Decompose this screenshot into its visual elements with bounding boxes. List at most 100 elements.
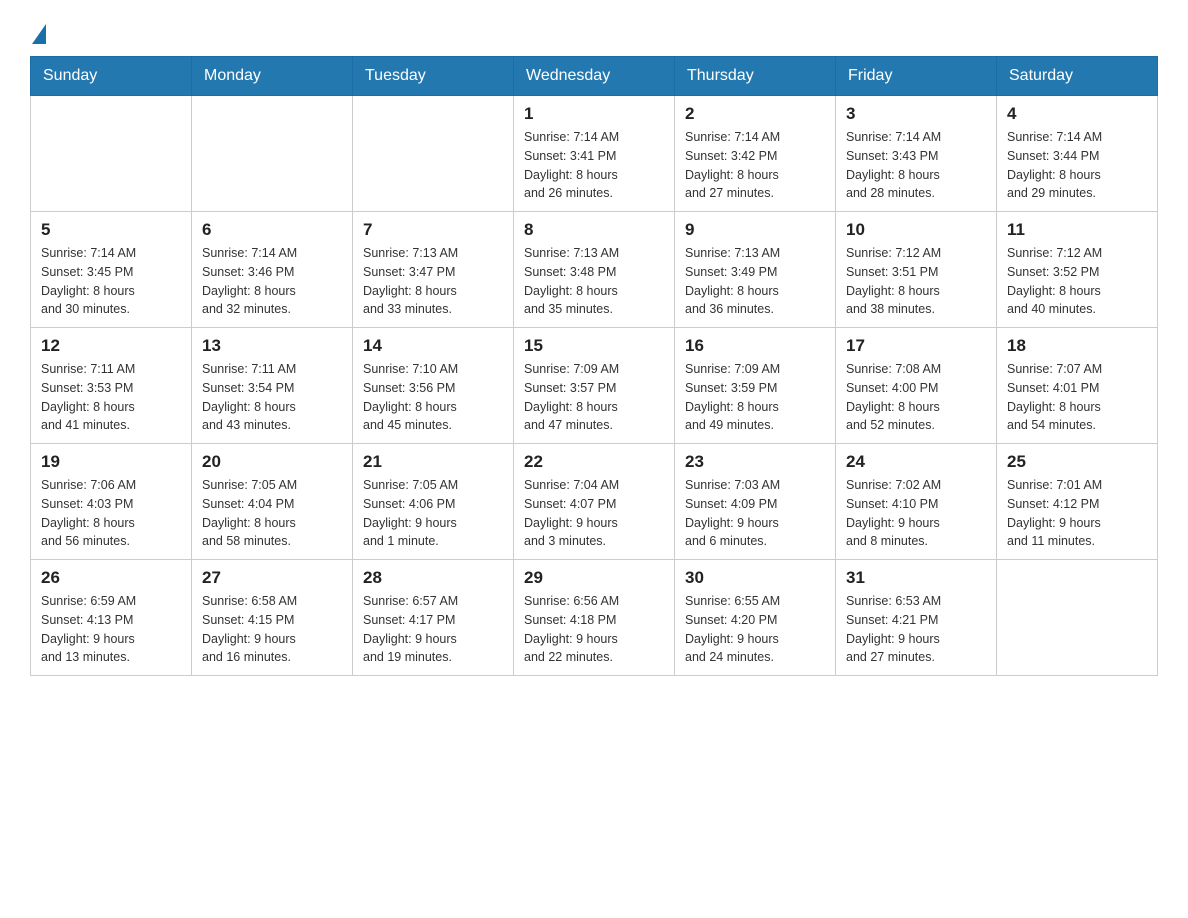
calendar-cell [31, 96, 192, 212]
calendar-cell: 19 Sunrise: 7:06 AM Sunset: 4:03 PM Dayli… [31, 444, 192, 560]
calendar-cell: 18 Sunrise: 7:07 AM Sunset: 4:01 PM Dayli… [997, 328, 1158, 444]
day-info: Sunrise: 6:58 AM Sunset: 4:15 PM Dayligh… [202, 592, 342, 667]
day-info: Sunrise: 7:05 AM Sunset: 4:04 PM Dayligh… [202, 476, 342, 551]
day-number: 2 [685, 104, 825, 124]
day-of-week-header: Thursday [675, 57, 836, 96]
calendar-cell: 20 Sunrise: 7:05 AM Sunset: 4:04 PM Dayli… [192, 444, 353, 560]
day-number: 27 [202, 568, 342, 588]
day-info: Sunrise: 7:07 AM Sunset: 4:01 PM Dayligh… [1007, 360, 1147, 435]
day-number: 31 [846, 568, 986, 588]
day-info: Sunrise: 7:03 AM Sunset: 4:09 PM Dayligh… [685, 476, 825, 551]
calendar-cell: 29 Sunrise: 6:56 AM Sunset: 4:18 PM Dayli… [514, 560, 675, 676]
logo [30, 20, 46, 36]
day-number: 16 [685, 336, 825, 356]
day-number: 26 [41, 568, 181, 588]
day-info: Sunrise: 6:55 AM Sunset: 4:20 PM Dayligh… [685, 592, 825, 667]
calendar-cell [997, 560, 1158, 676]
day-info: Sunrise: 6:53 AM Sunset: 4:21 PM Dayligh… [846, 592, 986, 667]
calendar-cell: 30 Sunrise: 6:55 AM Sunset: 4:20 PM Dayli… [675, 560, 836, 676]
day-number: 5 [41, 220, 181, 240]
day-number: 6 [202, 220, 342, 240]
day-number: 18 [1007, 336, 1147, 356]
calendar-cell: 3 Sunrise: 7:14 AM Sunset: 3:43 PM Daylig… [836, 96, 997, 212]
day-info: Sunrise: 6:59 AM Sunset: 4:13 PM Dayligh… [41, 592, 181, 667]
day-info: Sunrise: 7:11 AM Sunset: 3:53 PM Dayligh… [41, 360, 181, 435]
calendar-cell: 12Sunrise: 7:11 AM Sunset: 3:53 PM Dayli… [31, 328, 192, 444]
day-of-week-header: Saturday [997, 57, 1158, 96]
page-header [30, 20, 1158, 36]
calendar-cell: 25 Sunrise: 7:01 AM Sunset: 4:12 PM Dayli… [997, 444, 1158, 560]
day-info: Sunrise: 7:10 AM Sunset: 3:56 PM Dayligh… [363, 360, 503, 435]
day-info: Sunrise: 7:02 AM Sunset: 4:10 PM Dayligh… [846, 476, 986, 551]
calendar-cell: 11 Sunrise: 7:12 AM Sunset: 3:52 PM Dayli… [997, 212, 1158, 328]
calendar-week-row: 12Sunrise: 7:11 AM Sunset: 3:53 PM Dayli… [31, 328, 1158, 444]
day-number: 24 [846, 452, 986, 472]
day-number: 20 [202, 452, 342, 472]
day-info: Sunrise: 7:09 AM Sunset: 3:59 PM Dayligh… [685, 360, 825, 435]
day-number: 22 [524, 452, 664, 472]
day-number: 19 [41, 452, 181, 472]
calendar-cell: 21 Sunrise: 7:05 AM Sunset: 4:06 PM Dayli… [353, 444, 514, 560]
calendar-cell: 26 Sunrise: 6:59 AM Sunset: 4:13 PM Dayli… [31, 560, 192, 676]
calendar-cell: 1 Sunrise: 7:14 AM Sunset: 3:41 PM Daylig… [514, 96, 675, 212]
day-info: Sunrise: 7:05 AM Sunset: 4:06 PM Dayligh… [363, 476, 503, 551]
calendar-week-row: 26 Sunrise: 6:59 AM Sunset: 4:13 PM Dayli… [31, 560, 1158, 676]
day-info: Sunrise: 7:14 AM Sunset: 3:45 PM Dayligh… [41, 244, 181, 319]
calendar-cell: 4 Sunrise: 7:14 AM Sunset: 3:44 PM Daylig… [997, 96, 1158, 212]
day-number: 21 [363, 452, 503, 472]
calendar-cell [192, 96, 353, 212]
day-number: 25 [1007, 452, 1147, 472]
day-info: Sunrise: 7:06 AM Sunset: 4:03 PM Dayligh… [41, 476, 181, 551]
day-number: 11 [1007, 220, 1147, 240]
day-info: Sunrise: 7:14 AM Sunset: 3:43 PM Dayligh… [846, 128, 986, 203]
logo-top [30, 20, 46, 40]
calendar-cell: 16 Sunrise: 7:09 AM Sunset: 3:59 PM Dayli… [675, 328, 836, 444]
day-number: 9 [685, 220, 825, 240]
calendar-cell: 5 Sunrise: 7:14 AM Sunset: 3:45 PM Daylig… [31, 212, 192, 328]
calendar-table: SundayMondayTuesdayWednesdayThursdayFrid… [30, 56, 1158, 676]
day-number: 30 [685, 568, 825, 588]
day-of-week-header: Friday [836, 57, 997, 96]
calendar-week-row: 5 Sunrise: 7:14 AM Sunset: 3:45 PM Daylig… [31, 212, 1158, 328]
day-number: 3 [846, 104, 986, 124]
day-info: Sunrise: 7:01 AM Sunset: 4:12 PM Dayligh… [1007, 476, 1147, 551]
day-info: Sunrise: 7:12 AM Sunset: 3:51 PM Dayligh… [846, 244, 986, 319]
day-info: Sunrise: 7:11 AM Sunset: 3:54 PM Dayligh… [202, 360, 342, 435]
day-number: 10 [846, 220, 986, 240]
day-info: Sunrise: 7:12 AM Sunset: 3:52 PM Dayligh… [1007, 244, 1147, 319]
day-info: Sunrise: 7:14 AM Sunset: 3:42 PM Dayligh… [685, 128, 825, 203]
calendar-cell: 10 Sunrise: 7:12 AM Sunset: 3:51 PM Dayli… [836, 212, 997, 328]
day-info: Sunrise: 7:14 AM Sunset: 3:46 PM Dayligh… [202, 244, 342, 319]
calendar-cell: 8Sunrise: 7:13 AM Sunset: 3:48 PM Daylig… [514, 212, 675, 328]
day-number: 15 [524, 336, 664, 356]
calendar-cell: 13 Sunrise: 7:11 AM Sunset: 3:54 PM Dayli… [192, 328, 353, 444]
day-of-week-header: Sunday [31, 57, 192, 96]
calendar-cell: 22 Sunrise: 7:04 AM Sunset: 4:07 PM Dayli… [514, 444, 675, 560]
day-number: 23 [685, 452, 825, 472]
day-info: Sunrise: 7:04 AM Sunset: 4:07 PM Dayligh… [524, 476, 664, 551]
calendar-cell: 24 Sunrise: 7:02 AM Sunset: 4:10 PM Dayli… [836, 444, 997, 560]
day-number: 29 [524, 568, 664, 588]
day-info: Sunrise: 7:14 AM Sunset: 3:41 PM Dayligh… [524, 128, 664, 203]
calendar-cell: 14Sunrise: 7:10 AM Sunset: 3:56 PM Dayli… [353, 328, 514, 444]
day-of-week-header: Tuesday [353, 57, 514, 96]
day-info: Sunrise: 7:14 AM Sunset: 3:44 PM Dayligh… [1007, 128, 1147, 203]
day-of-week-header: Monday [192, 57, 353, 96]
day-number: 7 [363, 220, 503, 240]
day-number: 1 [524, 104, 664, 124]
day-info: Sunrise: 7:13 AM Sunset: 3:47 PM Dayligh… [363, 244, 503, 319]
day-number: 13 [202, 336, 342, 356]
calendar-cell: 2 Sunrise: 7:14 AM Sunset: 3:42 PM Daylig… [675, 96, 836, 212]
calendar-cell: 15Sunrise: 7:09 AM Sunset: 3:57 PM Dayli… [514, 328, 675, 444]
day-number: 28 [363, 568, 503, 588]
day-info: Sunrise: 6:57 AM Sunset: 4:17 PM Dayligh… [363, 592, 503, 667]
calendar-cell: 28 Sunrise: 6:57 AM Sunset: 4:17 PM Dayli… [353, 560, 514, 676]
calendar-cell: 31 Sunrise: 6:53 AM Sunset: 4:21 PM Dayli… [836, 560, 997, 676]
day-info: Sunrise: 6:56 AM Sunset: 4:18 PM Dayligh… [524, 592, 664, 667]
day-info: Sunrise: 7:13 AM Sunset: 3:48 PM Dayligh… [524, 244, 664, 319]
day-number: 4 [1007, 104, 1147, 124]
calendar-cell: 9Sunrise: 7:13 AM Sunset: 3:49 PM Daylig… [675, 212, 836, 328]
calendar-cell: 7 Sunrise: 7:13 AM Sunset: 3:47 PM Daylig… [353, 212, 514, 328]
calendar-week-row: 19 Sunrise: 7:06 AM Sunset: 4:03 PM Dayli… [31, 444, 1158, 560]
day-info: Sunrise: 7:08 AM Sunset: 4:00 PM Dayligh… [846, 360, 986, 435]
